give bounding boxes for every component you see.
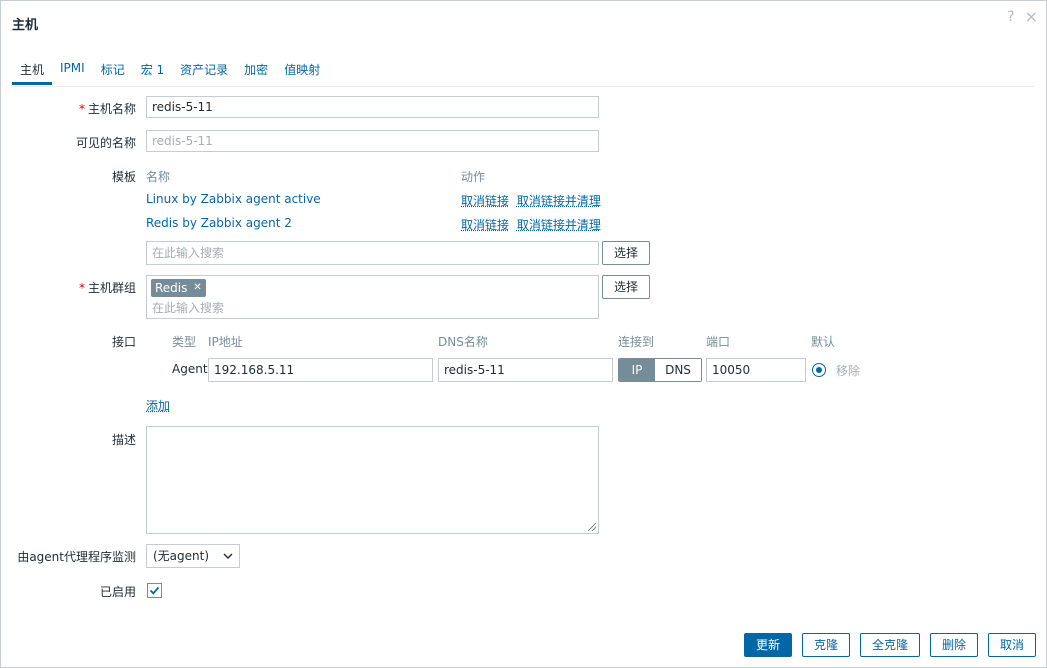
update-button[interactable]: 更新	[744, 633, 792, 657]
iface-add-link: 添加	[146, 397, 170, 414]
proxy-label: 由agent代理程序监测	[17, 550, 136, 564]
visible-name-input[interactable]: redis-5-11	[146, 130, 599, 152]
enabled-checkbox[interactable]	[147, 583, 162, 598]
description-textarea[interactable]	[146, 426, 599, 534]
connect-dns-option[interactable]: DNS	[655, 359, 701, 381]
dialog-header-icons: ? ×	[1007, 7, 1038, 26]
tab-tags[interactable]: 标记	[93, 61, 133, 85]
delete-button[interactable]: 删除	[930, 633, 978, 657]
visible-name-label: 可见的名称	[75, 136, 136, 150]
chevron-down-icon	[223, 545, 233, 576]
tab-inventory[interactable]: 资产记录	[172, 61, 236, 85]
iface-add-button[interactable]: 添加	[146, 399, 170, 413]
iface-col-ip: IP地址	[208, 335, 243, 349]
host-groups-label: * 主机群组	[78, 281, 136, 295]
tab-host[interactable]: 主机	[12, 61, 53, 85]
proxy-select[interactable]: (无agent)	[146, 544, 240, 568]
template-select-button[interactable]: 选择	[602, 241, 650, 265]
templates-col-name: 名称	[146, 170, 171, 184]
resize-grip-icon[interactable]	[588, 523, 596, 531]
template-unlink-action: 取消链接 取消链接并清理	[461, 192, 601, 209]
interfaces-label: 接口	[111, 335, 136, 349]
remove-tag-icon[interactable]: ✕	[193, 279, 201, 297]
host-name-input[interactable]: redis-5-11	[146, 96, 599, 118]
iface-default-radio[interactable]	[812, 363, 826, 377]
tab-macros[interactable]: 宏 1	[133, 61, 172, 85]
unlink-clear-button[interactable]: 取消链接并清理	[517, 194, 601, 208]
iface-type: Agent	[172, 362, 208, 376]
clone-button[interactable]: 克隆	[802, 633, 850, 657]
iface-connect-toggle: IP DNS	[618, 358, 702, 382]
templates-label: 模板	[111, 170, 136, 184]
connect-ip-option[interactable]: IP	[619, 359, 655, 381]
iface-col-dns: DNS名称	[438, 335, 488, 349]
templates-col-action: 动作	[461, 170, 486, 184]
tab-value-mapping[interactable]: 值映射	[276, 61, 328, 85]
cancel-button[interactable]: 取消	[988, 633, 1036, 657]
iface-ip-input[interactable]: 192.168.5.11	[208, 358, 433, 382]
iface-col-default: 默认	[811, 335, 836, 349]
iface-col-port: 端口	[706, 335, 731, 349]
iface-dns-input[interactable]: redis-5-11	[438, 358, 613, 382]
unlink-button[interactable]: 取消链接	[461, 194, 509, 208]
template-search-input[interactable]: 在此输入搜索	[146, 241, 599, 265]
template-link[interactable]: Linux by Zabbix agent active	[146, 192, 321, 206]
host-name-label: * 主机名称	[78, 102, 136, 116]
tab-bar: 主机 IPMI 标记 宏 1 资产记录 加密 值映射	[12, 61, 328, 85]
iface-col-connect: 连接到	[618, 335, 655, 349]
host-dialog: 主机 ? × 主机 IPMI 标记 宏 1 资产记录 加密 值映射 * 主机名称 …	[0, 0, 1047, 668]
full-clone-button[interactable]: 全克隆	[860, 633, 920, 657]
tab-divider	[12, 86, 1035, 87]
enabled-label: 已启用	[99, 585, 136, 599]
description-label: 描述	[111, 433, 136, 447]
help-icon[interactable]: ?	[1007, 9, 1014, 25]
host-groups-multiselect[interactable]: Redis ✕ 在此输入搜索	[146, 275, 599, 319]
template-unlink-action: 取消链接 取消链接并清理	[461, 216, 601, 233]
host-group-tag-label: Redis	[155, 281, 188, 295]
iface-port-input[interactable]: 10050	[706, 358, 806, 382]
template-link[interactable]: Redis by Zabbix agent 2	[146, 216, 292, 230]
host-group-select-button[interactable]: 选择	[602, 275, 650, 299]
check-icon	[149, 586, 160, 595]
proxy-select-value: (无agent)	[153, 549, 210, 563]
unlink-button[interactable]: 取消链接	[461, 218, 509, 232]
tab-ipmi[interactable]: IPMI	[52, 61, 93, 85]
dialog-title: 主机	[12, 18, 39, 33]
iface-col-type: 类型	[172, 335, 197, 349]
host-group-search-input[interactable]: 在此输入搜索	[152, 299, 224, 316]
close-icon[interactable]: ×	[1025, 7, 1038, 26]
unlink-clear-button[interactable]: 取消链接并清理	[517, 218, 601, 232]
host-group-tag: Redis ✕	[151, 279, 206, 297]
tab-encryption[interactable]: 加密	[236, 61, 276, 85]
iface-remove-link[interactable]: 移除	[836, 362, 860, 379]
